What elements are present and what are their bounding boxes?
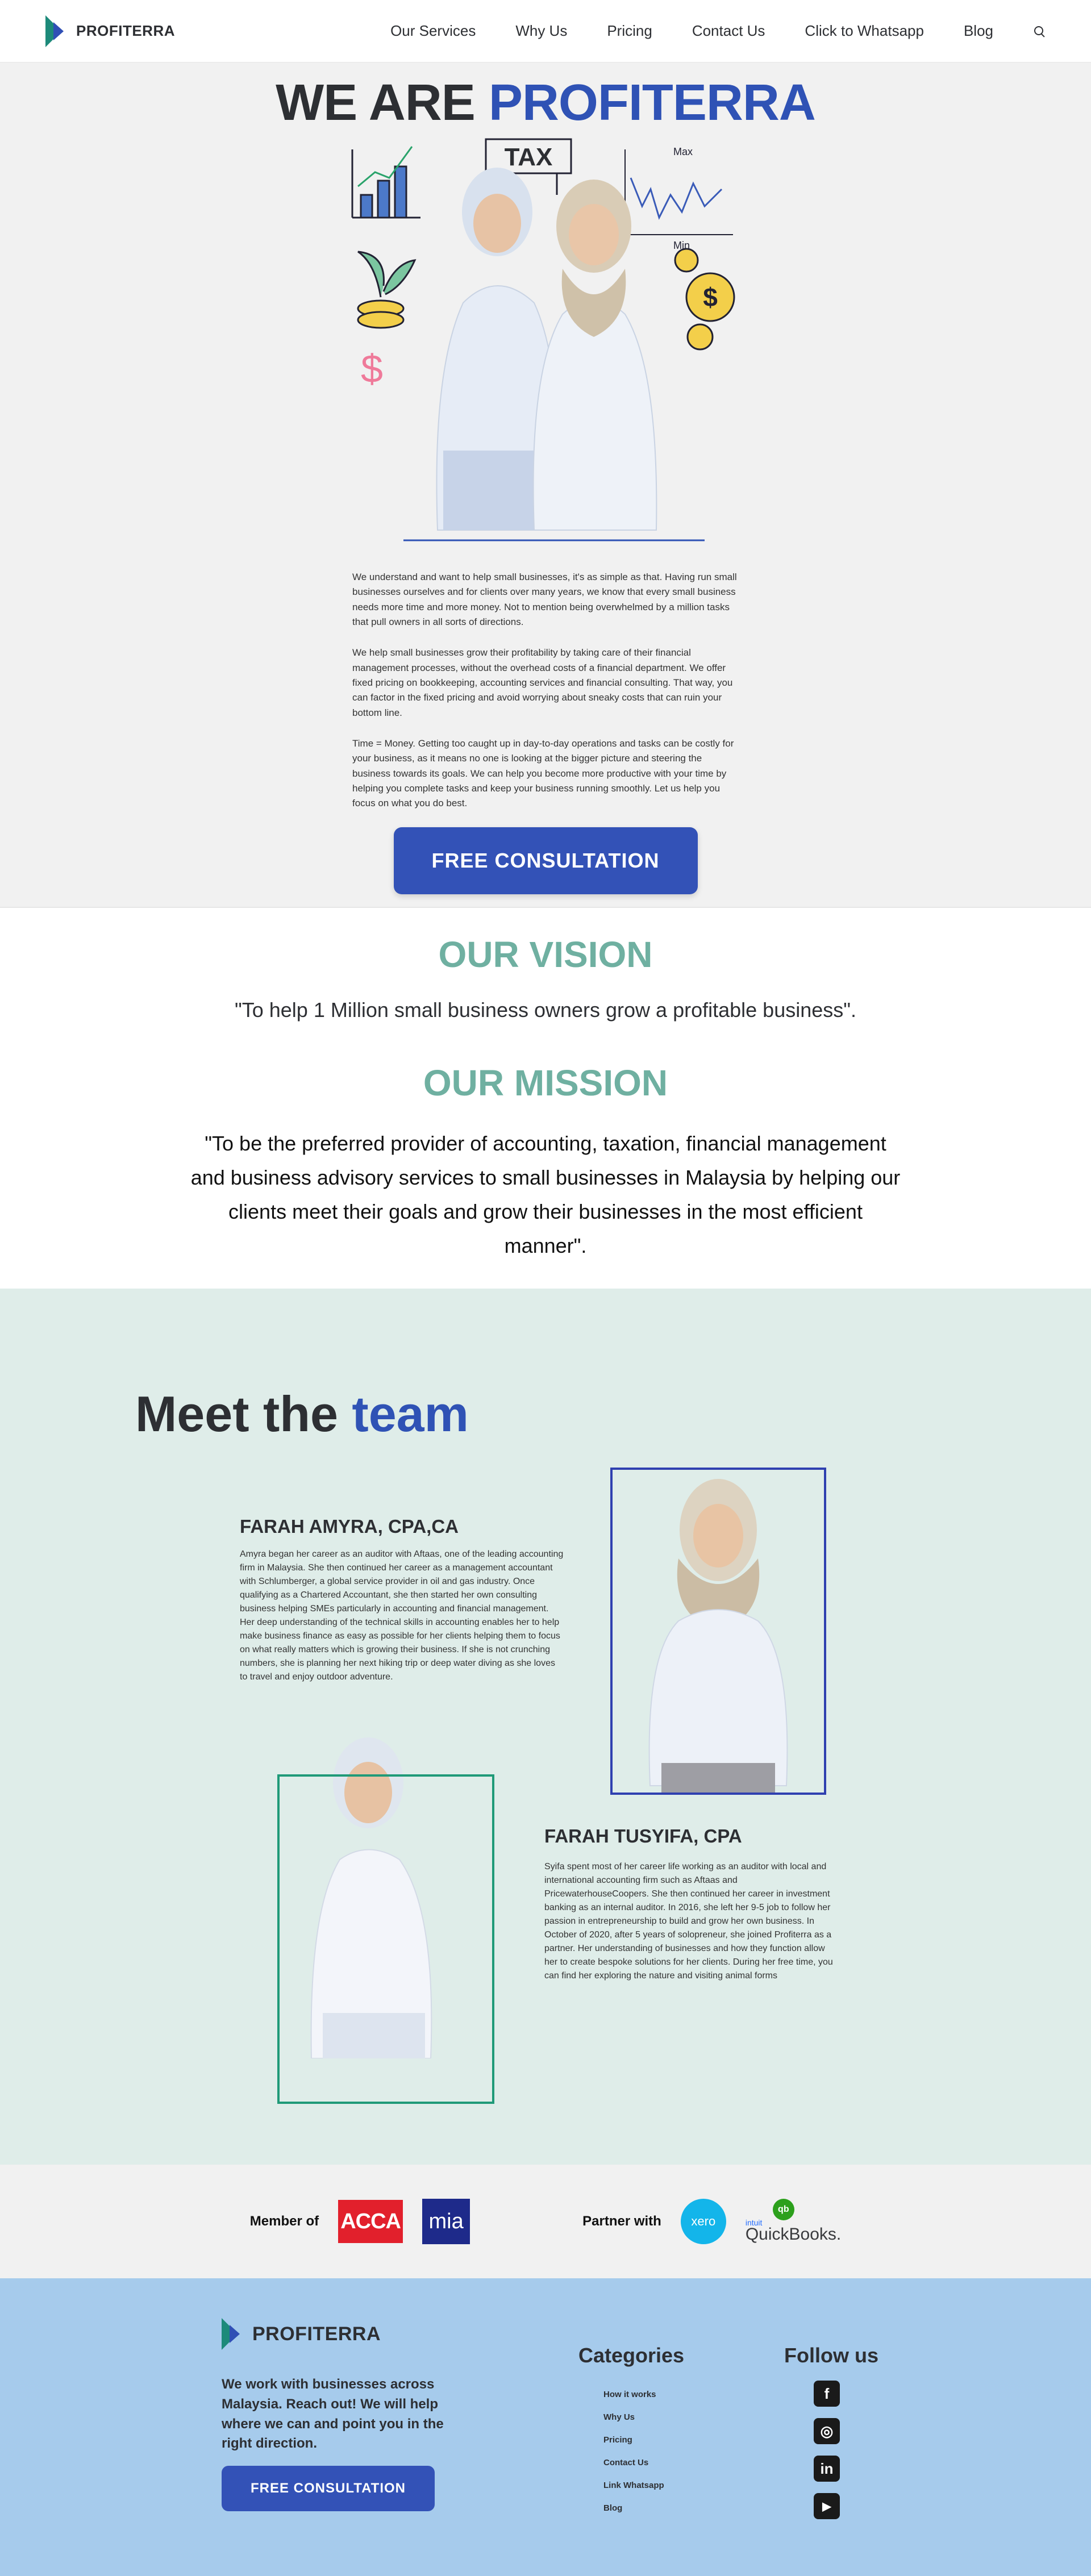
site-logo[interactable]: PROFITERRA xyxy=(45,15,175,47)
site-footer: PROFITERRA We work with businesses acros… xyxy=(0,2278,1091,2576)
hero-photo-illustration: $ TAX Max Min $ xyxy=(351,138,735,541)
hero-paragraph: Time = Money. Getting too caught up in d… xyxy=(352,738,734,809)
follow-us-title: Follow us xyxy=(784,2344,878,2367)
chart-max-label: Max xyxy=(673,146,693,157)
partners-section: Member of ACCA mia Partner with xero qb … xyxy=(0,2165,1091,2278)
quickbooks-logo: qb intuit QuickBooks. xyxy=(746,2199,841,2244)
person-right-figure xyxy=(532,180,657,531)
nav-click-to-whatsapp[interactable]: Click to Whatsapp xyxy=(805,22,924,40)
nav-our-services[interactable]: Our Services xyxy=(390,22,476,40)
hero-illustration: $ TAX Max Min $ xyxy=(341,132,750,553)
nav-pricing[interactable]: Pricing xyxy=(607,22,652,40)
vision-text: "To help 1 Million small business owners… xyxy=(234,998,857,1022)
nav-blog[interactable]: Blog xyxy=(964,22,993,40)
member-of-label: Member of xyxy=(249,2214,319,2229)
search-icon[interactable] xyxy=(1033,25,1046,37)
categories-title: Categories xyxy=(578,2344,685,2367)
member-photo-frame xyxy=(610,1468,826,1795)
nav-why-us[interactable]: Why Us xyxy=(515,22,567,40)
hero-title-part1: WE ARE xyxy=(276,74,489,131)
dollar-doodle-icon: $ xyxy=(361,347,383,391)
youtube-icon[interactable]: ▶ xyxy=(814,2493,840,2519)
footer-link-why-us[interactable]: Why Us xyxy=(603,2406,664,2429)
instagram-icon[interactable]: ◎ xyxy=(814,2418,840,2444)
categories-list: How it works Why Us Pricing Contact Us L… xyxy=(603,2383,664,2520)
quickbooks-name: QuickBooks. xyxy=(745,2225,842,2244)
member-name: FARAH TUSYIFA, CPA xyxy=(544,1825,742,1846)
site-header: PROFITERRA Our Services Why Us Pricing C… xyxy=(0,0,1091,62)
footer-link-pricing[interactable]: Pricing xyxy=(603,2429,664,2452)
member-bio: Amyra began her career as an auditor wit… xyxy=(240,1549,564,1682)
team-section: Meet the team FARAH AMYRA, CPA,CA Amyra … xyxy=(0,1289,1091,2165)
nav-contact-us[interactable]: Contact Us xyxy=(692,22,765,40)
footer-link-how-it-works[interactable]: How it works xyxy=(603,2383,664,2406)
free-consultation-button[interactable]: FREE CONSULTATION xyxy=(393,827,698,894)
footer-tagline: We work with businesses across Malaysia.… xyxy=(222,2377,444,2452)
logo-mark-icon xyxy=(45,15,68,47)
mission-text: "To be the preferred provider of account… xyxy=(190,1132,901,1257)
linkedin-icon[interactable]: in xyxy=(814,2456,840,2482)
hero-title: WE ARE PROFITERRA xyxy=(0,74,1091,132)
facebook-icon[interactable]: f xyxy=(814,2381,840,2407)
mia-logo: mia xyxy=(422,2199,470,2244)
vision-mission-section: OUR VISION "To help 1 Million small busi… xyxy=(0,908,1091,1289)
partner-with-label: Partner with xyxy=(582,2214,661,2229)
team-title-part1: Meet the xyxy=(135,1386,352,1442)
member-photo-frame xyxy=(277,1774,494,2104)
member-bio: Syifa spent most of her career life work… xyxy=(544,1862,833,1981)
hero-title-brand: PROFITERRA xyxy=(488,74,816,131)
logo-mark-icon xyxy=(222,2318,244,2350)
hero-section: WE ARE PROFITERRA $ TAX Max Min $ We und… xyxy=(0,62,1091,908)
logo-text: PROFITERRA xyxy=(76,22,175,39)
team-title: Meet the team xyxy=(135,1385,469,1443)
footer-free-consultation-button[interactable]: FREE CONSULTATION xyxy=(222,2466,435,2511)
acca-logo: ACCA xyxy=(338,2200,403,2243)
page: PROFITERRA Our Services Why Us Pricing C… xyxy=(0,0,1091,2576)
vision-title: OUR VISION xyxy=(438,934,653,975)
footer-link-whatsapp[interactable]: Link Whatsapp xyxy=(603,2474,664,2497)
quickbooks-badge-icon: qb xyxy=(772,2199,794,2220)
hero-paragraph: We understand and want to help small bus… xyxy=(352,572,737,628)
xero-logo: xero xyxy=(680,2199,726,2244)
bar-chart-doodle-icon xyxy=(351,146,420,219)
member-name: FARAH AMYRA, CPA,CA xyxy=(240,1516,459,1537)
hero-paragraph: We help small businesses grow their prof… xyxy=(352,647,733,718)
hero-intro-text: We understand and want to help small bus… xyxy=(352,570,739,811)
footer-logo-text: PROFITERRA xyxy=(252,2323,381,2345)
team-title-accent: team xyxy=(352,1386,469,1442)
mission-title: OUR MISSION xyxy=(423,1062,668,1103)
member-photo-amyra xyxy=(610,1468,826,1795)
coin-dollar-label: $ xyxy=(703,282,718,312)
stock-chart-doodle-icon xyxy=(624,149,733,235)
footer-link-blog[interactable]: Blog xyxy=(603,2497,664,2520)
main-nav: Our Services Why Us Pricing Contact Us C… xyxy=(390,22,1046,40)
footer-logo[interactable]: PROFITERRA xyxy=(222,2318,381,2350)
plant-coins-doodle-icon xyxy=(357,251,417,329)
footer-link-contact-us[interactable]: Contact Us xyxy=(603,2452,664,2474)
tax-label: TAX xyxy=(505,143,553,171)
member-photo-tusyifa xyxy=(277,1737,494,2104)
